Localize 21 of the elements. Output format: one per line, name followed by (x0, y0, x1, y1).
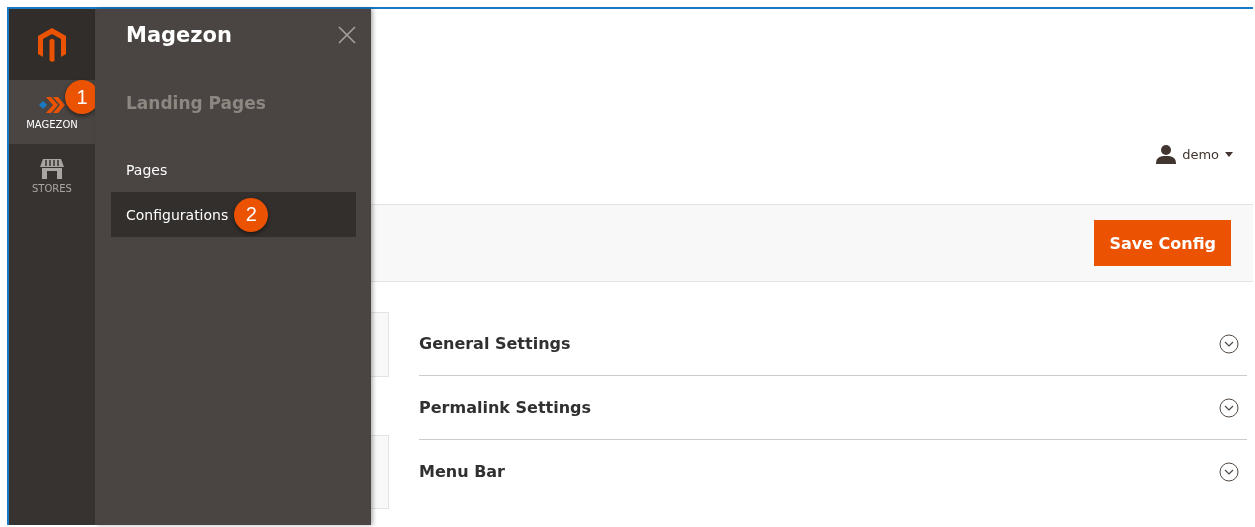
caret-icon (1225, 151, 1233, 157)
section-header[interactable]: Menu Bar (419, 440, 1247, 503)
section-header[interactable]: Permalink Settings (419, 376, 1247, 440)
user-icon (1156, 144, 1177, 164)
storefront-icon (40, 158, 64, 179)
user-menu[interactable]: demo (1156, 144, 1233, 164)
nav-item[interactable]: MAGEZON 1 (9, 80, 95, 144)
chevrons-icon (39, 94, 65, 115)
menu-item[interactable]: Configurations 2 (111, 192, 356, 237)
menu-title: Magezon (126, 23, 232, 47)
expand-icon[interactable] (1219, 461, 1239, 482)
save-config-button[interactable]: Save Config (1094, 220, 1231, 266)
menu-group-title: Landing Pages (126, 93, 267, 113)
expand-icon[interactable] (1219, 397, 1239, 418)
expand-icon[interactable] (1219, 333, 1239, 354)
section-header[interactable]: General Settings (419, 312, 1247, 376)
menu-item[interactable]: Pages (111, 147, 356, 192)
nav-item[interactable]: STORES (9, 144, 95, 208)
logo-icon[interactable] (38, 27, 66, 62)
close-icon[interactable] (338, 26, 356, 44)
number-badge: 2 (234, 197, 269, 232)
